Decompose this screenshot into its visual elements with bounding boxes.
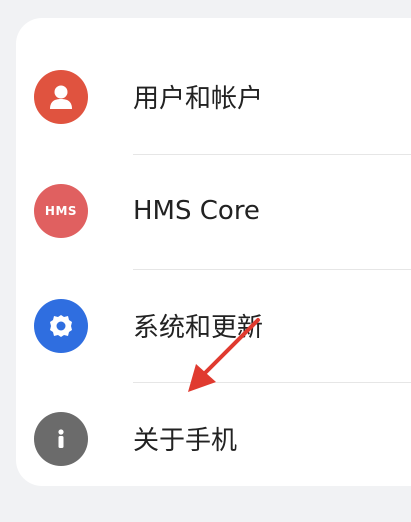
info-icon [34, 411, 88, 466]
hms-icon-text: HMS [44, 203, 78, 218]
settings-card: 用户和帐户 HMS HMS Core 系统和更新 关于手机 [16, 18, 411, 486]
gear-icon [34, 298, 88, 353]
settings-item-users-accounts[interactable]: 用户和帐户 [16, 40, 411, 153]
settings-item-label: HMS Core [133, 195, 260, 226]
red-arrow-icon [188, 318, 260, 392]
user-icon [34, 69, 88, 124]
settings-item-label: 用户和帐户 [133, 84, 264, 114]
settings-item-label: 关于手机 [133, 426, 238, 456]
settings-item-hms-core[interactable]: HMS HMS Core [16, 154, 411, 267]
hms-icon: HMS [34, 183, 88, 238]
